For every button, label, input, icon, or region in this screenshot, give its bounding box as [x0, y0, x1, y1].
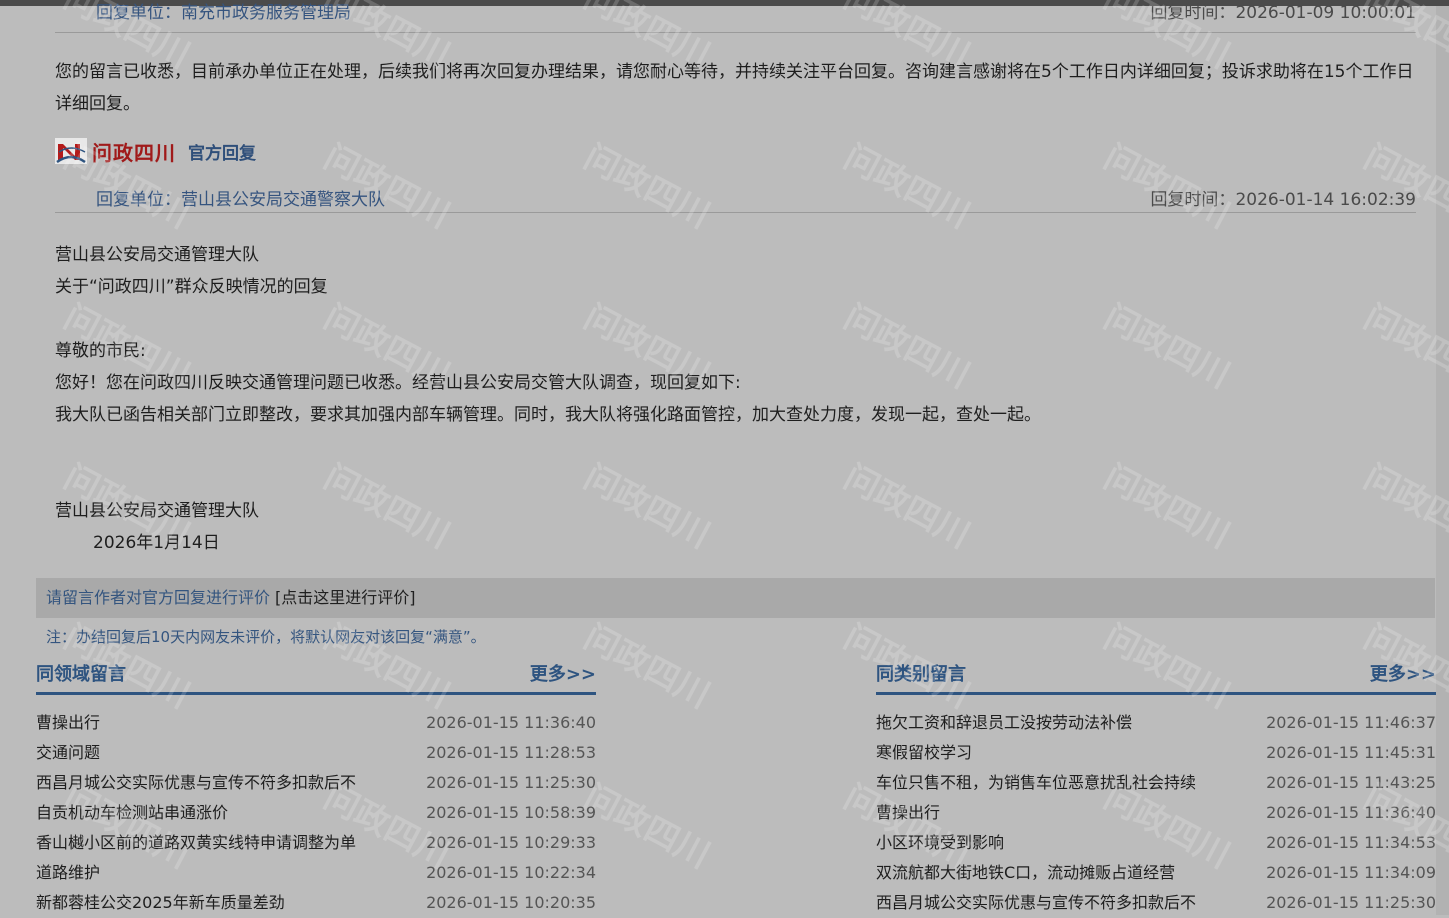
item-title[interactable]: 车位只售不租，为销售车位恶意扰乱社会持续 — [876, 768, 1196, 798]
same-category-more-link[interactable]: 更多>> — [1370, 660, 1436, 686]
official-reply-tag: 官方回复 — [188, 143, 256, 164]
item-title[interactable]: 寒假留校学习 — [876, 738, 972, 768]
reply-unit-name: 南充市政务服务管理局 — [181, 3, 351, 23]
list-item[interactable]: 小区环境受到影响 2026-01-15 11:34:53 — [876, 828, 1436, 858]
reply-time-value: 2026-01-14 16:02:39 — [1235, 190, 1416, 210]
letter-org: 营山县公安局交通管理大队 — [55, 245, 259, 265]
reply-meta-1: 回复单位：南充市政务服务管理局 回复时间：2026-01-09 10:00:01 — [55, 0, 1416, 33]
item-time: 2026-01-15 11:36:40 — [1266, 803, 1436, 822]
item-title[interactable]: 小区环境受到影响 — [876, 828, 1004, 858]
evaluation-prompt: 请留言作者对官方回复进行评价 — [46, 588, 271, 607]
item-time: 2026-01-15 11:43:25 — [1266, 773, 1436, 792]
letter-sign-date: 2026年1月14日 — [93, 533, 220, 553]
letter-sign-org: 营山县公安局交通管理大队 — [55, 501, 259, 521]
item-time: 2026-01-15 11:34:53 — [1266, 833, 1436, 852]
evaluate-link[interactable]: [点击这里进行评价] — [275, 578, 416, 618]
list-item[interactable]: 西昌月城公交实际优惠与宣传不符多扣款后不 2026-01-15 11:25:30 — [36, 768, 596, 798]
watermark-logo: 问政四川 — [837, 297, 977, 397]
item-title[interactable]: 交通问题 — [36, 738, 100, 768]
item-time: 2026-01-15 11:46:37 — [1266, 713, 1436, 732]
reply-unit: 回复单位：营山县公安局交通警察大队 — [96, 185, 385, 210]
list-item[interactable]: 香山樾小区前的道路双黄实线特申请调整为单 2026-01-15 10:29:33 — [36, 828, 596, 858]
list-item[interactable]: 新都蓉桂公交2025年新车质量差劲 2026-01-15 10:20:35 — [36, 888, 596, 918]
first-reply-text: 您的留言已收悉，目前承办单位正在处理，后续我们将再次回复办理结果，请您耐心等待，… — [55, 62, 1414, 114]
reply-unit: 回复单位：南充市政务服务管理局 — [96, 0, 351, 23]
item-title[interactable]: 香山樾小区前的道路双黄实线特申请调整为单 — [36, 828, 356, 858]
item-title[interactable]: 曹操出行 — [36, 708, 100, 738]
item-time: 2026-01-15 10:20:35 — [426, 893, 596, 912]
wenzheng-sichuan-logo-icon — [55, 138, 87, 164]
panel-header: 同类别留言 更多>> — [876, 656, 1436, 695]
same-category-panel: 同类别留言 更多>> 拖欠工资和辞退员工没按劳动法补偿 2026-01-15 11… — [876, 656, 1436, 918]
item-time: 2026-01-15 10:58:39 — [426, 803, 596, 822]
watermark-logo: 问政四川 — [1097, 457, 1237, 557]
item-title[interactable]: 曹操出行 — [876, 798, 940, 828]
letter-subject: 关于“问政四川”群众反映情况的回复 — [55, 277, 328, 297]
item-time: 2026-01-15 10:29:33 — [426, 833, 596, 852]
list-item[interactable]: 拖欠工资和辞退员工没按劳动法补偿 2026-01-15 11:46:37 — [876, 708, 1436, 738]
list-item[interactable]: 自贡机动车检测站串通涨价 2026-01-15 10:58:39 — [36, 798, 596, 828]
letter-body-1: 您好！您在问政四川反映交通管理问题已收悉。经营山县公安局交管大队调查，现回复如下… — [55, 373, 741, 393]
letter-greeting: 尊敬的市民: — [55, 341, 146, 361]
list-item[interactable]: 交通问题 2026-01-15 11:28:53 — [36, 738, 596, 768]
reply-unit-label: 回复单位： — [96, 3, 181, 23]
item-title[interactable]: 西昌月城公交实际优惠与宣传不符多扣款后不 — [36, 768, 356, 798]
item-title[interactable]: 道路维护 — [36, 858, 100, 888]
watermark-logo: 问政四川 — [577, 617, 717, 717]
item-title[interactable]: 双流航都大街地铁C口，流动摊贩占道经营 — [876, 858, 1175, 888]
item-title[interactable]: 拖欠工资和辞退员工没按劳动法补偿 — [876, 708, 1132, 738]
list-item[interactable]: 寒假留校学习 2026-01-15 11:45:31 — [876, 738, 1436, 768]
brand-name: 问政四川 — [92, 140, 176, 165]
evaluation-note: 注：办结回复后10天内网友未评价，将默认网友对该回复“满意”。 — [46, 628, 486, 646]
watermark-logo: 问政四川 — [577, 777, 717, 877]
list-item[interactable]: 双流航都大街地铁C口，流动摊贩占道经营 2026-01-15 11:34:09 — [876, 858, 1436, 888]
reply-meta-2: 回复单位：营山县公安局交通警察大队 回复时间：2026-01-14 16:02:… — [55, 180, 1416, 213]
panel-header: 同领域留言 更多>> — [36, 656, 596, 695]
list-item[interactable]: 车位只售不租，为销售车位恶意扰乱社会持续 2026-01-15 11:43:25 — [876, 768, 1436, 798]
same-field-panel: 同领域留言 更多>> 曹操出行 2026-01-15 11:36:40 交通问题 2… — [36, 656, 596, 918]
watermark-logo: 问政四川 — [317, 457, 457, 557]
same-field-list: 曹操出行 2026-01-15 11:36:40 交通问题 2026-01-15 1… — [36, 708, 596, 918]
watermark-logo: 问政四川 — [1097, 297, 1237, 397]
item-time: 2026-01-15 11:28:53 — [426, 743, 596, 762]
reply-time: 回复时间：2026-01-14 16:02:39 — [1150, 185, 1416, 210]
item-time: 2026-01-15 11:25:30 — [1266, 893, 1436, 912]
vertical-scrollbar[interactable] — [1436, 6, 1449, 915]
official-reply-header: 问政四川 官方回复 — [55, 136, 256, 166]
item-time: 2026-01-15 10:22:34 — [426, 863, 596, 882]
reply-time-value: 2026-01-09 10:00:01 — [1235, 3, 1416, 23]
list-item[interactable]: 曹操出行 2026-01-15 11:36:40 — [876, 798, 1436, 828]
item-time: 2026-01-15 11:45:31 — [1266, 743, 1436, 762]
reply-unit-name: 营山县公安局交通警察大队 — [181, 190, 385, 210]
item-time: 2026-01-15 11:36:40 — [426, 713, 596, 732]
reply-time-label: 回复时间： — [1150, 3, 1236, 23]
watermark-logo: 问政四川 — [837, 457, 977, 557]
item-title[interactable]: 新都蓉桂公交2025年新车质量差劲 — [36, 888, 285, 918]
item-time: 2026-01-15 11:25:30 — [426, 773, 596, 792]
same-field-title: 同领域留言 — [36, 664, 126, 685]
list-item[interactable]: 西昌月城公交实际优惠与宣传不符多扣款后不 2026-01-15 11:25:30 — [876, 888, 1436, 918]
same-category-title: 同类别留言 — [876, 664, 966, 685]
letter-body-2: 我大队已函告相关部门立即整改，要求其加强内部车辆管理。同时，我大队将强化路面管控… — [55, 405, 1041, 425]
reply-time: 回复时间：2026-01-09 10:00:01 — [1150, 0, 1416, 23]
reply-unit-label: 回复单位： — [96, 190, 181, 210]
reply-time-label: 回复时间： — [1150, 190, 1236, 210]
item-title[interactable]: 西昌月城公交实际优惠与宣传不符多扣款后不 — [876, 888, 1196, 918]
list-item[interactable]: 道路维护 2026-01-15 10:22:34 — [36, 858, 596, 888]
evaluation-bar: 请留言作者对官方回复进行评价 [点击这里进行评价] — [36, 578, 1435, 618]
list-item[interactable]: 曹操出行 2026-01-15 11:36:40 — [36, 708, 596, 738]
item-time: 2026-01-15 11:34:09 — [1266, 863, 1436, 882]
same-field-more-link[interactable]: 更多>> — [530, 660, 596, 686]
watermark-logo: 问政四川 — [577, 457, 717, 557]
item-title[interactable]: 自贡机动车检测站串通涨价 — [36, 798, 228, 828]
same-category-list: 拖欠工资和辞退员工没按劳动法补偿 2026-01-15 11:46:37 寒假留校… — [876, 708, 1436, 918]
